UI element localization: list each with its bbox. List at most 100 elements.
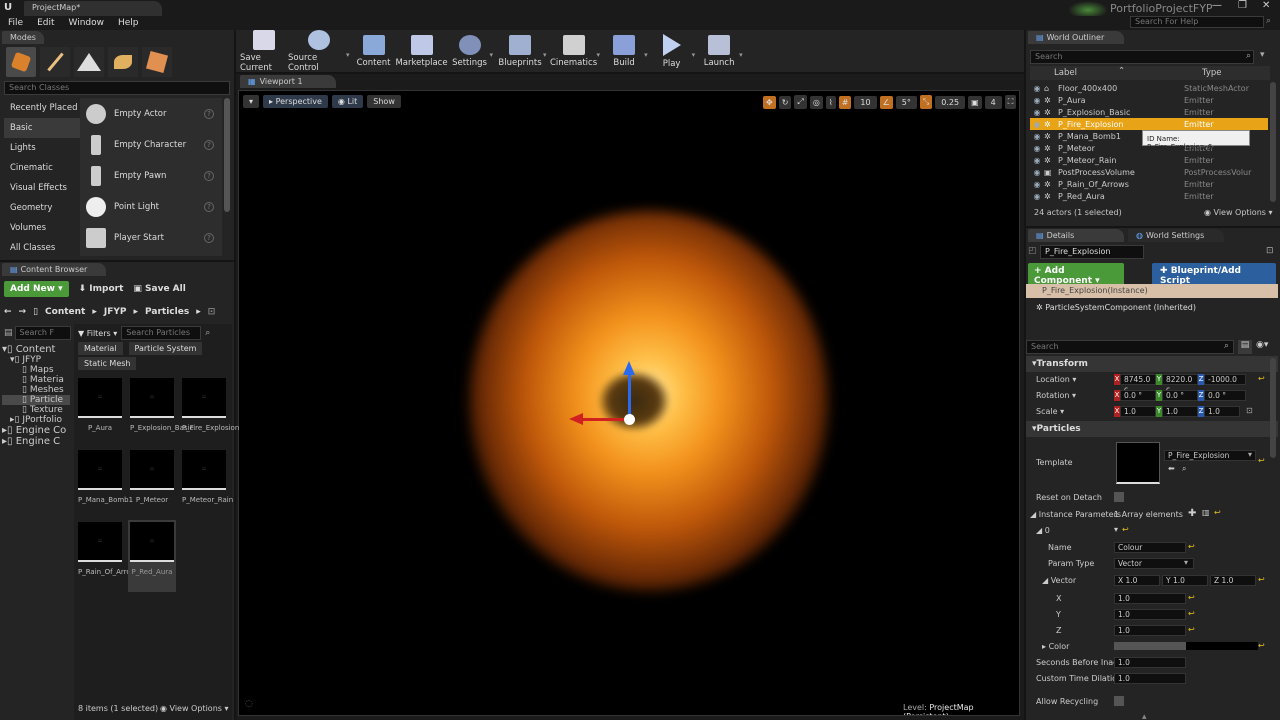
filter-chip-particle-system[interactable]: Particle System — [128, 342, 203, 355]
details-search-input[interactable]: Search — [1026, 340, 1234, 354]
param-type-select[interactable]: Vector — [1114, 558, 1194, 569]
lit-button[interactable]: ◉ Lit — [331, 95, 364, 108]
viewport-tab[interactable]: ▦ Viewport 1 — [240, 75, 336, 88]
outliner-search-input[interactable]: Search — [1030, 50, 1254, 64]
search-particles-input[interactable]: Search Particles — [121, 326, 202, 340]
maximize-button[interactable]: ❐ — [1238, 0, 1247, 11]
angle-snap-value[interactable]: 5° — [895, 95, 917, 109]
category-recently-placed[interactable]: Recently Placed — [4, 98, 80, 118]
rotate-icon[interactable]: ↻ — [778, 95, 792, 109]
scale-lock-icon[interactable]: ⊡ — [1246, 406, 1253, 415]
template-thumbnail[interactable] — [1116, 442, 1160, 484]
location-dropdown[interactable]: Location ▾ — [1036, 375, 1076, 384]
add-element-icon[interactable]: ✚ — [1188, 508, 1196, 519]
table-row[interactable]: ◉ ✲ P_Explosion_Basic Emitter — [1030, 106, 1268, 118]
scale-y-field[interactable]: 1.0 — [1162, 406, 1198, 417]
eye-icon[interactable]: ◉ — [1030, 132, 1044, 141]
table-row[interactable]: ◉ ✲ P_Aura Emitter — [1030, 94, 1268, 106]
help-icon[interactable]: ? — [204, 201, 214, 212]
surface-snap-icon[interactable]: ⌇ — [825, 95, 836, 109]
use-selected-arrow-icon[interactable]: ⬅ — [1168, 464, 1175, 473]
chevron-down-icon[interactable]: ▾ — [1248, 450, 1252, 459]
viewport-options-button[interactable]: ▾ — [243, 95, 260, 108]
allow-recycling-checkbox[interactable] — [1114, 696, 1124, 706]
vector-y-field[interactable]: Y 1.0 — [1162, 575, 1208, 586]
play-button[interactable]: Play — [648, 33, 696, 69]
breadcrumb-content[interactable]: Content — [45, 307, 85, 317]
filter-chip-static-mesh[interactable]: Static Mesh — [78, 357, 137, 370]
settings-button[interactable]: Settings — [446, 34, 494, 68]
menu-window[interactable]: Window — [69, 18, 105, 28]
color-swatch[interactable] — [1114, 642, 1258, 650]
sources-toggle-icon[interactable]: ▤ — [4, 328, 13, 338]
view-options-button[interactable]: ◉ View Options ▾ — [1204, 208, 1273, 217]
scale-icon[interactable]: ⤢ — [794, 95, 807, 109]
landscape-mode-icon[interactable] — [74, 47, 104, 77]
eye-icon[interactable]: ◉ — [1030, 120, 1044, 129]
help-icon[interactable]: ? — [204, 108, 214, 119]
foliage-mode-icon[interactable] — [108, 47, 138, 77]
modes-tab[interactable]: Modes — [2, 31, 44, 44]
save-current-button[interactable]: Save Current — [240, 29, 288, 73]
outliner-settings-icon[interactable]: ▾ — [1260, 50, 1265, 60]
breadcrumb-particles[interactable]: Particles — [145, 307, 189, 317]
chevron-down-icon[interactable]: ▾ — [1184, 558, 1188, 567]
modes-scrollbar[interactable] — [224, 98, 230, 212]
import-button[interactable]: ⬇ Import — [79, 284, 124, 294]
vector-row[interactable]: ◢ Vector — [1042, 576, 1076, 585]
lock-icon[interactable]: ⊡ — [1266, 246, 1274, 256]
blueprints-button[interactable]: Blueprints — [493, 34, 547, 68]
asset-tile[interactable]: ▫ P_Aura — [78, 378, 122, 433]
eye-icon[interactable]: ◉ — [1030, 180, 1044, 189]
vector-x-field[interactable]: X 1.0 — [1114, 575, 1160, 586]
reset-arrow-icon[interactable]: ↩ — [1258, 575, 1265, 584]
help-icon[interactable]: ? — [204, 139, 214, 150]
maximize-viewport-icon[interactable]: ⛶ — [1004, 95, 1017, 109]
filter-chip-material[interactable]: Material — [78, 342, 123, 355]
reset-arrow-icon[interactable]: ↩ — [1258, 641, 1265, 650]
asset-tile[interactable]: ▫ P_Mana_Bomb1 — [78, 450, 133, 505]
world-settings-tab[interactable]: ◍ World Settings — [1128, 229, 1224, 242]
tree-particles[interactable]: ▯ Particle — [2, 395, 70, 405]
reset-arrow-icon[interactable]: ↩ — [1188, 542, 1195, 551]
table-row[interactable]: ◉ ▣ PostProcessVolume PostProcessVolur — [1030, 166, 1268, 178]
list-item[interactable]: Point Light? — [80, 191, 222, 222]
rotation-dropdown[interactable]: Rotation ▾ — [1036, 391, 1076, 400]
tree-jportfolio[interactable]: ▸▯ JPortfolio — [2, 415, 70, 425]
rotation-y-field[interactable]: 0.0 ° — [1162, 390, 1198, 401]
vector-z-field[interactable]: Z 1.0 — [1210, 575, 1256, 586]
scale-snap-value[interactable]: 0.25 — [935, 95, 966, 109]
search-help-input[interactable]: Search For Help — [1130, 16, 1264, 28]
search-icon[interactable]: ⌕ — [1266, 16, 1271, 26]
tree-engine-cpp[interactable]: ▸▯ Engine C — [2, 436, 70, 447]
z-field[interactable]: 1.0 — [1114, 625, 1186, 636]
category-basic[interactable]: Basic — [4, 118, 80, 138]
eye-icon[interactable]: ◉ — [1030, 84, 1044, 93]
search-icon[interactable]: ⌕ — [1224, 341, 1229, 351]
category-geometry[interactable]: Geometry — [4, 198, 80, 218]
asset-tile[interactable]: ▫ P_Fire_Explosion — [182, 378, 239, 433]
close-button[interactable]: ✕ — [1262, 0, 1270, 11]
tree-meshes[interactable]: ▯ Meshes — [2, 385, 70, 395]
source-control-button[interactable]: Source Control — [288, 29, 350, 73]
camera-speed-icon[interactable]: ▣ — [968, 95, 982, 109]
scale-x-field[interactable]: 1.0 — [1120, 406, 1156, 417]
help-icon[interactable]: ? — [204, 170, 214, 181]
grid-snap-icon[interactable]: # — [838, 95, 852, 109]
particles-header[interactable]: ▾ Particles — [1026, 421, 1278, 437]
search-icon[interactable]: ⌕ — [205, 328, 210, 338]
reset-arrow-icon[interactable]: ↩ — [1188, 609, 1195, 618]
element-index-row[interactable]: ◢ 0 — [1036, 526, 1050, 535]
instance-params-row[interactable]: ◢ Instance Parameters — [1030, 510, 1121, 519]
cinematics-button[interactable]: Cinematics — [547, 34, 601, 68]
list-item[interactable]: Player Start? — [80, 222, 222, 253]
transform-header[interactable]: ▾ Transform — [1026, 356, 1278, 372]
category-visual-effects[interactable]: Visual Effects — [4, 178, 80, 198]
browse-search-icon[interactable]: ⌕ — [1182, 464, 1186, 474]
grid-snap-value[interactable]: 10 — [854, 95, 877, 109]
save-all-button[interactable]: ▣ Save All — [133, 284, 185, 294]
tree-maps[interactable]: ▯ Maps — [2, 365, 70, 375]
eye-icon[interactable]: ◉ — [1030, 156, 1044, 165]
angle-snap-icon[interactable]: ∠ — [879, 95, 893, 109]
eye-icon[interactable]: ◉ — [1030, 108, 1044, 117]
